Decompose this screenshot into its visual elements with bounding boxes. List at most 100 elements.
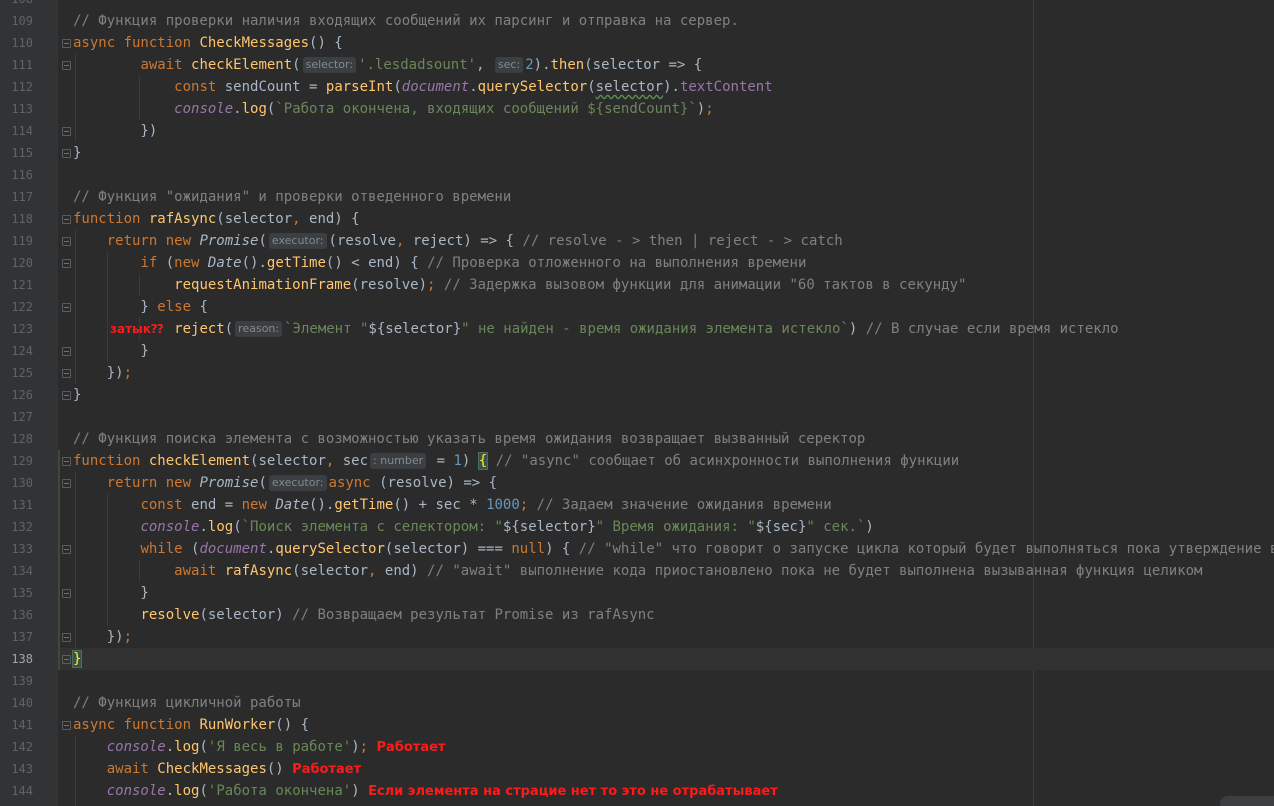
string-literal: '.lesdadsount' (358, 57, 477, 73)
code-line-141[interactable]: async function RunWorker() { (73, 714, 309, 736)
code-line-135[interactable]: } (73, 582, 148, 604)
code-line-134[interactable]: await rafAsync(selector, end) // "await"… (73, 560, 1203, 582)
fold-marker[interactable] (62, 721, 71, 730)
line-number: 119 (11, 234, 33, 248)
comment: // Проверка отложенного на выполнения вр… (427, 255, 807, 271)
code-line-126[interactable]: } (73, 384, 81, 406)
code-line-113[interactable]: console.log(`Работа окончена, входящих с… (73, 98, 714, 120)
code-line-111[interactable]: await checkElement(selector: '.lesdadsoun… (73, 54, 702, 76)
fold-marker[interactable] (62, 391, 71, 400)
scrollbar-corner[interactable] (1220, 796, 1274, 806)
template-string: " не найден - время ожидания элемента ис… (461, 321, 849, 337)
line-number: 125 (11, 366, 33, 380)
line-number: 127 (11, 410, 33, 424)
comment: // Функция поиска элемента с возможность… (73, 431, 866, 447)
code-line-125[interactable]: }); (73, 362, 132, 384)
type-hint: : number (370, 453, 427, 469)
line-number: 137 (11, 630, 33, 644)
fold-marker[interactable] (62, 237, 71, 246)
comment: // Функция цикличной работы (73, 695, 301, 711)
fold-marker[interactable] (62, 589, 71, 598)
code-line-143[interactable]: await CheckMessages() Работает (73, 758, 361, 780)
code-line-123[interactable]: reject(reason: `Элемент "${selector}" не … (73, 318, 1119, 340)
fold-marker[interactable] (62, 303, 71, 312)
code-line-114[interactable]: }) (73, 120, 157, 142)
comment: // "await" выполнение кода приостановлен… (427, 563, 1203, 579)
string-literal: 'Я весь в работе' (207, 739, 352, 755)
code-line-122[interactable]: } else { (73, 296, 207, 318)
code-line-129[interactable]: function checkElement(selector, sec: num… (73, 450, 959, 472)
code-line-124[interactable]: } (73, 340, 148, 362)
line-number: 132 (11, 520, 33, 534)
line-number: 111 (11, 58, 33, 72)
fold-marker[interactable] (62, 61, 71, 70)
code-line-128[interactable]: // Функция поиска элемента с возможность… (73, 428, 865, 450)
fold-marker[interactable] (62, 347, 71, 356)
template-string: `Работа окончена, входящих сообщений ${s… (275, 101, 697, 117)
parameter-hint: executor: (268, 233, 327, 249)
comment: // Возвращаем результат Promise из rafAs… (292, 607, 655, 623)
code-line-119[interactable]: return new Promise(executor: (resolve, re… (73, 230, 843, 252)
code-line-136[interactable]: resolve(selector) // Возвращаем результа… (73, 604, 655, 626)
line-number: 134 (11, 564, 33, 578)
line-number: 120 (11, 256, 33, 270)
line-number: 135 (11, 586, 33, 600)
code-editor[interactable]: 108 109 110 111 112 113 114 115 116 117 118 119 120 1… (0, 0, 1274, 806)
fold-marker[interactable] (62, 655, 71, 664)
code-line-118[interactable]: function rafAsync(selector, end) { (73, 208, 360, 230)
code-line-115[interactable]: } (73, 142, 81, 164)
current-line-highlight (58, 648, 1274, 670)
fold-marker[interactable] (62, 633, 71, 642)
line-number: 122 (11, 300, 33, 314)
fold-marker[interactable] (62, 457, 71, 466)
fold-marker[interactable] (62, 39, 71, 48)
code-line-117[interactable]: // Функция "ожидания" и проверки отведен… (73, 186, 511, 208)
fold-marker[interactable] (62, 545, 71, 554)
code-line-140[interactable]: // Функция цикличной работы (73, 692, 301, 714)
comment: // Функция "ожидания" и проверки отведен… (73, 189, 512, 205)
code-line-142[interactable]: console.log('Я весь в работе'); Работает (73, 736, 446, 758)
comment: // Функция проверки наличия входящих соо… (73, 13, 739, 29)
code-line-112[interactable]: const sendCount = parseInt(document.quer… (73, 76, 773, 98)
code-line-131[interactable]: const end = new Date().getTime() + sec *… (73, 494, 832, 516)
line-number: 139 (11, 674, 33, 688)
line-number: 143 (11, 762, 33, 776)
comment: // resolve - > then | reject - > catch (522, 233, 843, 249)
line-number: 133 (11, 542, 33, 556)
code-line-130[interactable]: return new Promise(executor: async (resol… (73, 472, 497, 494)
code-line-137[interactable]: }); (73, 626, 132, 648)
fold-marker[interactable] (62, 149, 71, 158)
fold-marker[interactable] (62, 215, 71, 224)
code-line-120[interactable]: if (new Date().getTime() < end) { // Про… (73, 252, 806, 274)
line-number: 124 (11, 344, 33, 358)
code-line-110[interactable]: async function CheckMessages() { (73, 32, 343, 54)
comment: // Задержка вызовом функции для анимации… (443, 277, 967, 293)
line-number: 129 (11, 454, 33, 468)
parameter-hint: reason: (235, 321, 283, 337)
line-number: 113 (11, 102, 33, 116)
template-string: " Время ожидания: " (595, 519, 756, 535)
line-number: 108 (0, 0, 33, 10)
comment: // Задаем значение ожидания времени (536, 497, 832, 513)
line-number: 142 (11, 740, 33, 754)
code-line-144[interactable]: console.log('Работа окончена') Если элем… (73, 780, 778, 802)
line-number: 130 (11, 476, 33, 490)
fold-marker[interactable] (62, 259, 71, 268)
code-line-109[interactable]: // Функция проверки наличия входящих соо… (73, 10, 739, 32)
fold-marker[interactable] (62, 369, 71, 378)
code-line-132[interactable]: console.log(`Поиск элемента с селектором… (73, 516, 873, 538)
comment: // "while" что говорит о запуске цикла к… (578, 541, 1274, 557)
line-number: 136 (11, 608, 33, 622)
template-string: `Поиск элемента с селектором: " (241, 519, 503, 535)
code-line-138[interactable]: } (71, 648, 83, 670)
line-number: 117 (11, 190, 33, 204)
code-line-133[interactable]: while (document.querySelector(selector) … (73, 538, 1274, 560)
line-number: 118 (11, 212, 33, 226)
annotation-stuck: затык⁇ (110, 322, 164, 336)
code-line-121[interactable]: requestAnimationFrame(resolve); // Задер… (73, 274, 966, 296)
annotation-works: Работает (292, 762, 362, 777)
line-number: 121 (11, 278, 33, 292)
fold-marker[interactable] (62, 479, 71, 488)
fold-marker[interactable] (62, 127, 71, 136)
parameter-hint: selector: (302, 57, 357, 73)
